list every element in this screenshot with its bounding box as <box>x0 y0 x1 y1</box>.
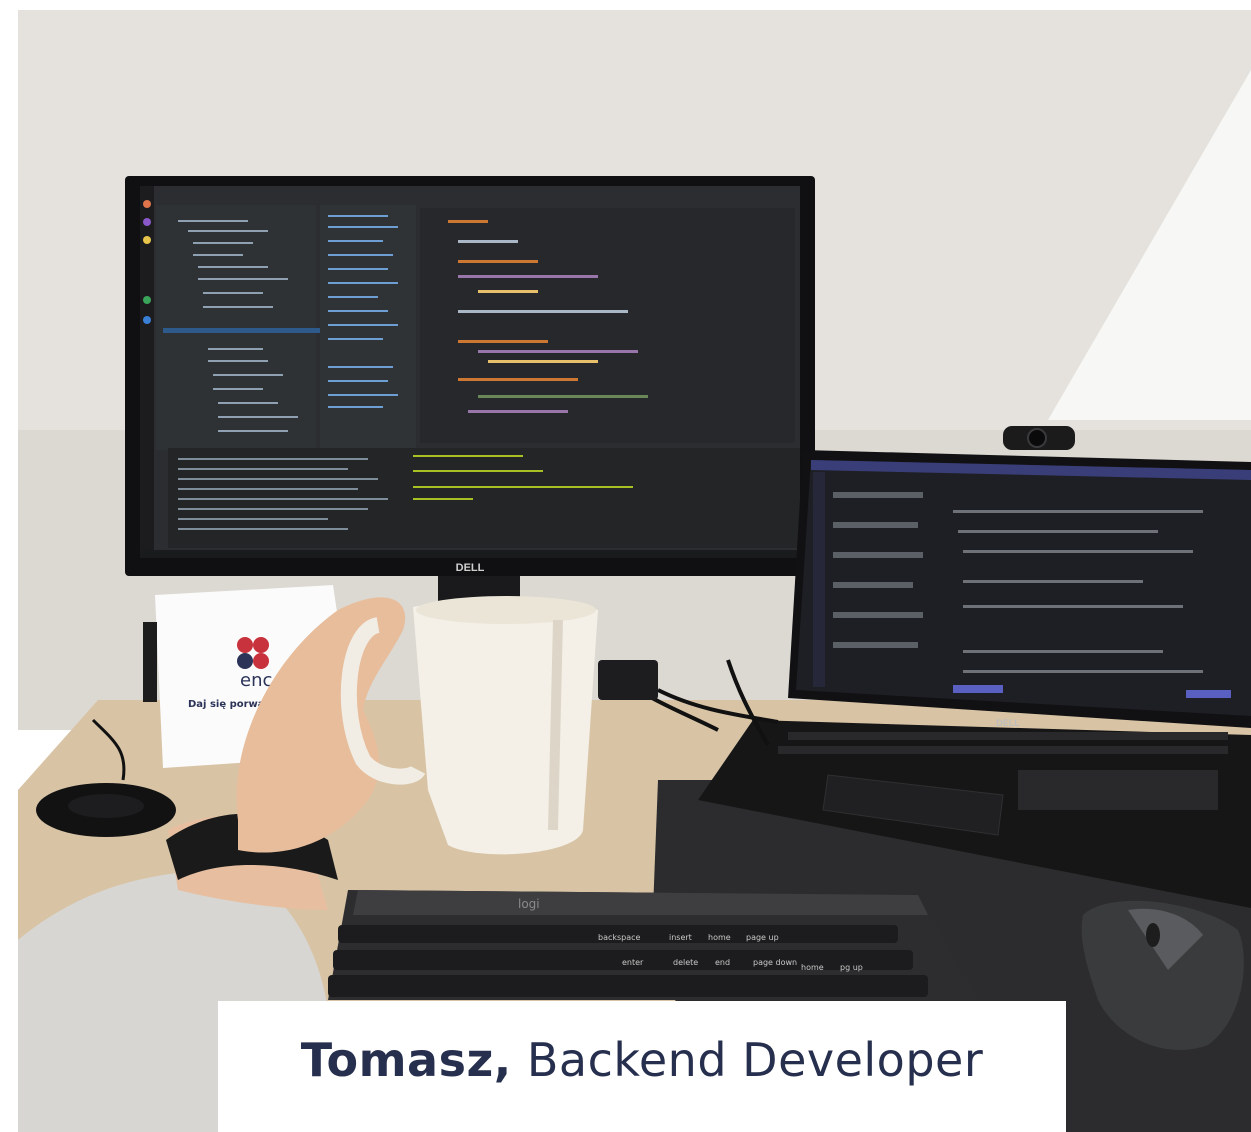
photo-illustration: DELL DELL enc Daj się porwa logi backspa… <box>18 10 1251 1132</box>
caption-box: Tomasz, Backend Developer <box>218 1001 1066 1132</box>
key-page-up: page up <box>746 933 779 942</box>
webcam <box>1003 426 1075 450</box>
key-delete: delete <box>673 958 698 967</box>
key-numpad-home: home <box>801 963 824 972</box>
desk-photo: DELL DELL enc Daj się porwa logi backspa… <box>18 10 1251 1132</box>
key-insert: insert <box>669 933 692 942</box>
card-brand: enc <box>240 670 272 691</box>
keyboard-logo: logi <box>518 897 540 911</box>
monitor: DELL <box>125 176 815 636</box>
key-backspace: backspace <box>598 933 641 942</box>
caption-role: Backend Developer <box>526 1033 984 1087</box>
card-tagline: Daj się porwa <box>188 699 265 710</box>
key-page-down: page down <box>753 958 797 967</box>
key-home: home <box>708 933 731 942</box>
key-numpad-pgup: pg up <box>840 963 863 972</box>
usb-hub <box>598 660 658 700</box>
keyboard: logi backspace insert home page up enter… <box>328 890 978 1000</box>
monitor-logo: DELL <box>456 562 485 574</box>
caption-name: Tomasz, <box>300 1033 512 1087</box>
key-end: end <box>715 958 730 967</box>
caption: Tomasz, Backend Developer <box>218 1033 1066 1087</box>
laptop-logo: DELL <box>996 718 1020 728</box>
key-enter: enter <box>622 958 644 967</box>
